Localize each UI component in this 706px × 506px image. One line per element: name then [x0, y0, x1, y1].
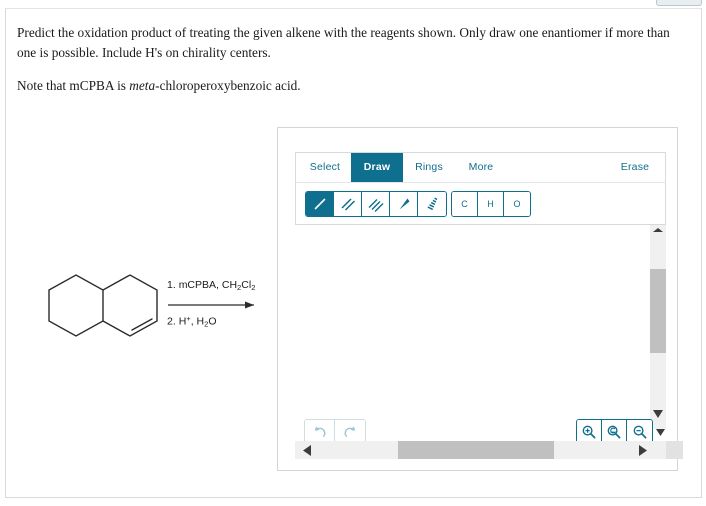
- reagent-bottom-water-prefix: , H: [190, 315, 205, 328]
- prompt-note-italic: meta: [129, 78, 156, 93]
- scroll-left-arrow-icon[interactable]: [303, 445, 311, 456]
- hash-bond-tool[interactable]: [418, 192, 446, 216]
- question-prompt: Predict the oxidation product of treatin…: [17, 23, 679, 96]
- canvas-vertical-scrollbar[interactable]: [650, 225, 666, 429]
- atom-hydrogen-button[interactable]: H: [478, 192, 504, 216]
- reagent-bottom-oxygen: O: [208, 315, 217, 328]
- prompt-paragraph-1: Predict the oxidation product of treatin…: [17, 23, 679, 63]
- scrollbar-corner: [666, 441, 683, 459]
- question-content-card: Predict the oxidation product of treatin…: [5, 8, 702, 498]
- redo-icon: [344, 426, 356, 437]
- editor-toolbar: Select Draw Rings More Erase C H O: [295, 152, 666, 225]
- reaction-scheme: 1. mCPBA, CH2Cl2 2. H+, H2O: [32, 264, 277, 354]
- resize-caret-icon[interactable]: [656, 429, 665, 436]
- double-bond-tool[interactable]: [334, 192, 362, 216]
- zoom-out-icon: [633, 425, 646, 439]
- browser-top-strip: [0, 0, 706, 7]
- prompt-note-prefix: Note that mCPBA is: [17, 78, 130, 93]
- partial-tab-stub[interactable]: [656, 0, 702, 6]
- tab-draw[interactable]: Draw: [351, 153, 403, 182]
- hash-bond-icon: [427, 197, 438, 211]
- wedge-bond-tool[interactable]: [390, 192, 418, 216]
- scroll-up-arrow-icon[interactable]: [653, 228, 663, 232]
- prompt-paragraph-2: Note that mCPBA is meta-chloroperoxybenz…: [17, 76, 679, 96]
- reaction-scheme-svg: [48, 274, 254, 337]
- reagent-top-mid: Cl: [241, 279, 252, 291]
- single-bond-icon: [313, 198, 326, 210]
- atom-tool-group: C H O: [451, 191, 531, 217]
- right-cyclohexene-ring: [102, 274, 158, 337]
- prompt-note-suffix: -chloroperoxybenzoic acid.: [155, 78, 301, 93]
- horizontal-scrollbar-thumb[interactable]: [398, 441, 554, 459]
- scroll-right-arrow-icon[interactable]: [639, 445, 647, 456]
- reagent-top-sub-2: 2: [251, 282, 256, 292]
- reaction-arrow: [168, 301, 254, 309]
- bond-tool-group: [305, 191, 447, 217]
- reagent-line-below-arrow: 2. H+, H2O: [167, 314, 217, 328]
- double-bond-icon: [340, 198, 355, 211]
- undo-icon: [314, 426, 325, 437]
- tab-erase[interactable]: Erase: [608, 153, 662, 182]
- zoom-reset-icon: [607, 425, 621, 439]
- atom-oxygen-button[interactable]: O: [504, 192, 530, 216]
- triple-bond-tool[interactable]: [362, 192, 390, 216]
- prompt-line-1-text: Predict the oxidation product of treatin…: [17, 25, 670, 60]
- reagent-top-number: 1.: [167, 279, 176, 291]
- zoom-in-icon: [582, 425, 596, 439]
- tab-more[interactable]: More: [455, 153, 507, 182]
- editor-tab-row: Select Draw Rings More Erase: [296, 153, 665, 183]
- left-cyclohexane-ring: [48, 274, 104, 337]
- reagent-line-above-arrow: 1. mCPBA, CH2Cl2: [167, 279, 255, 292]
- triple-bond-icon: [368, 199, 383, 212]
- wedge-bond-icon: [399, 198, 409, 210]
- reagent-top-name: mCPBA, CH: [178, 279, 238, 291]
- editor-tool-row: C H O: [296, 183, 665, 225]
- molecule-drawing-panel: Select Draw Rings More Erase C H O: [277, 127, 683, 471]
- alkene-double-bond-inner-line: [131, 318, 153, 331]
- structure-editor: Select Draw Rings More Erase C H O: [295, 152, 683, 459]
- vertical-scrollbar-thumb[interactable]: [650, 269, 666, 353]
- canvas-horizontal-scrollbar[interactable]: [295, 441, 666, 459]
- single-bond-tool[interactable]: [306, 192, 334, 216]
- drawing-canvas[interactable]: [295, 229, 650, 415]
- tab-select[interactable]: Select: [299, 153, 351, 182]
- atom-carbon-button[interactable]: C: [452, 192, 478, 216]
- tab-rings[interactable]: Rings: [403, 153, 455, 182]
- reagent-bottom-number: 2.: [167, 315, 176, 328]
